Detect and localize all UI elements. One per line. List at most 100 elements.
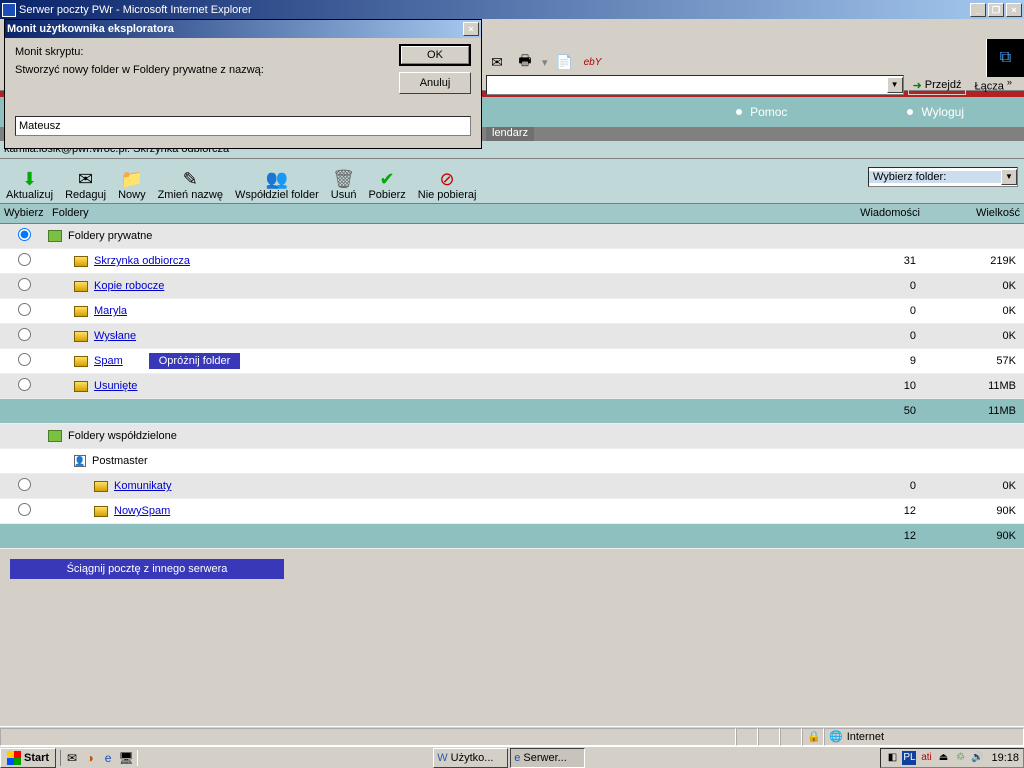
ebay-icon[interactable]: ebY <box>582 51 604 73</box>
tray-ati-icon[interactable]: ati <box>919 751 933 765</box>
cell-msgs: 0 <box>824 280 924 292</box>
folder-icon <box>74 356 88 367</box>
tb-wspoldziel[interactable]: 👥Współdziel folder <box>235 169 319 201</box>
row-trash: Usunięte 10 11MB <box>0 374 1024 399</box>
ql-desktop-icon[interactable]: 🖥 <box>118 750 134 766</box>
tray-clock[interactable]: 19:18 <box>987 752 1019 764</box>
row-postmaster: 👤Postmaster <box>0 449 1024 474</box>
ql-ie-icon[interactable]: e <box>100 750 116 766</box>
cell-size: 90K <box>924 505 1024 517</box>
mail-icon[interactable]: ✉ <box>486 51 508 73</box>
ql-media-icon[interactable]: ◑ <box>82 750 98 766</box>
radio-maryla[interactable] <box>18 303 31 316</box>
tb-redaguj[interactable]: ✉Redaguj <box>65 169 106 201</box>
close-button[interactable]: × <box>1006 3 1022 17</box>
status-bar: 🔒 🌐Internet <box>0 726 1024 746</box>
taskbar-item-word[interactable]: WUżytko... <box>433 748 508 768</box>
start-button[interactable]: Start <box>0 748 56 768</box>
cell-msgs: 0 <box>824 480 924 492</box>
dialog-cancel-button[interactable]: Anuluj <box>399 72 471 94</box>
dropdown-icon[interactable]: ▼ <box>887 77 903 93</box>
dialog-titlebar: Monit użytkownika eksploratora × <box>5 20 481 38</box>
go-label: Przejdź <box>925 79 962 91</box>
tb-pobierz[interactable]: ✔Pobierz <box>368 169 405 201</box>
link-spam[interactable]: Spam <box>94 355 123 367</box>
taskbar: Start ✉ ◑ e 🖥 WUżytko... eSerwer... ◧ PL… <box>0 746 1024 768</box>
link-maryla[interactable]: Maryla <box>94 305 127 317</box>
folder-toolbar: ⬇Aktualizuj ✉Redaguj 📁Nowy ✎Zmień nazwę … <box>0 159 1024 204</box>
dialog-input[interactable] <box>15 116 471 136</box>
tray-lang[interactable]: PL <box>902 751 916 765</box>
dropdown-icon[interactable]: ▼ <box>1001 169 1017 185</box>
cell-size: 219K <box>924 255 1024 267</box>
folder-icon <box>74 381 88 392</box>
link-komunikaty[interactable]: Komunikaty <box>114 480 171 492</box>
ql-outlook-icon[interactable]: ✉ <box>64 750 80 766</box>
fetch-external-button[interactable]: Ściągnij pocztę z innego serwera <box>10 559 284 579</box>
address-bar[interactable]: ▼ <box>486 75 904 95</box>
ie-icon <box>2 3 16 17</box>
nav-kalendarz[interactable]: lendarz <box>486 127 534 141</box>
radio-private[interactable] <box>18 228 31 241</box>
cell-msgs: 12 <box>824 505 924 517</box>
folder-select[interactable]: Wybierz folder: ▼ <box>868 167 1018 187</box>
row-label: Foldery współdzielone <box>68 430 177 442</box>
radio-drafts[interactable] <box>18 278 31 291</box>
folder-group-icon <box>48 230 62 242</box>
go-button[interactable]: ➜Przejdź <box>908 75 967 95</box>
radio-nowyspam[interactable] <box>18 503 31 516</box>
print-icon[interactable]: 🖶 <box>514 51 536 73</box>
folder-icon <box>94 481 108 492</box>
radio-spam[interactable] <box>18 353 31 366</box>
edit-icon[interactable]: 📄 <box>554 51 576 73</box>
prompt-dialog: Monit użytkownika eksploratora × Monit s… <box>4 19 482 149</box>
link-drafts[interactable]: Kopie robocze <box>94 280 164 292</box>
cell-size: 0K <box>924 305 1024 317</box>
row-inbox: Skrzynka odbiorcza 31 219K <box>0 249 1024 274</box>
folder-icon <box>74 256 88 267</box>
tb-niepobieraj[interactable]: ⊘Nie pobieraj <box>418 169 477 201</box>
tb-zmien[interactable]: ✎Zmień nazwę <box>158 169 223 201</box>
status-lock-icon: 🔒 <box>802 728 824 746</box>
restore-button[interactable]: ❐ <box>988 3 1004 17</box>
radio-trash[interactable] <box>18 378 31 391</box>
tray-icon[interactable]: ⏏ <box>936 751 950 765</box>
dialog-ok-button[interactable]: OK <box>399 44 471 66</box>
link-sent[interactable]: Wysłane <box>94 330 136 342</box>
col-wiadomosci: Wiadomości <box>824 204 924 223</box>
cell-msgs: 31 <box>824 255 924 267</box>
radio-inbox[interactable] <box>18 253 31 266</box>
system-tray: ◧ PL ati ⏏ ♲ 🔊 19:18 <box>880 748 1024 768</box>
row-maryla: Maryla 0 0K <box>0 299 1024 324</box>
tray-icon[interactable]: ◧ <box>885 751 899 765</box>
table-header: Wybierz Foldery Wiadomości Wielkość <box>0 204 1024 224</box>
window-title: Serwer poczty PWr - Microsoft Internet E… <box>19 4 970 16</box>
window-titlebar: Serwer poczty PWr - Microsoft Internet E… <box>0 0 1024 19</box>
radio-sent[interactable] <box>18 328 31 341</box>
folder-select-label: Wybierz folder: <box>869 171 1001 183</box>
row-sent: Wysłane 0 0K <box>0 324 1024 349</box>
tb-aktualizuj[interactable]: ⬇Aktualizuj <box>6 169 53 201</box>
nav-pomoc[interactable]: Pomoc <box>676 105 847 119</box>
cell-size: 11MB <box>924 405 1024 417</box>
user-icon: 👤 <box>74 455 86 467</box>
row-spam: SpamOpróżnij folder 9 57K <box>0 349 1024 374</box>
tray-icon[interactable]: ♲ <box>953 751 967 765</box>
empty-folder-button[interactable]: Opróżnij folder <box>149 353 241 369</box>
link-inbox[interactable]: Skrzynka odbiorcza <box>94 255 190 267</box>
tray-volume-icon[interactable]: 🔊 <box>970 751 984 765</box>
link-nowyspam[interactable]: NowySpam <box>114 505 170 517</box>
link-trash[interactable]: Usunięte <box>94 380 137 392</box>
row-komunikaty: Komunikaty 0 0K <box>0 474 1024 499</box>
dialog-close-button[interactable]: × <box>463 22 479 36</box>
nav-wyloguj[interactable]: Wyloguj <box>847 105 1024 119</box>
cell-msgs: 0 <box>824 305 924 317</box>
minimize-button[interactable]: _ <box>970 3 986 17</box>
tb-usun[interactable]: 🗑Usuń <box>331 169 357 201</box>
taskbar-item-ie[interactable]: eSerwer... <box>510 748 585 768</box>
tb-nowy[interactable]: 📁Nowy <box>118 169 146 201</box>
radio-komunikaty[interactable] <box>18 478 31 491</box>
links-label[interactable]: Łącza » <box>970 77 1016 93</box>
cell-size: 11MB <box>924 380 1024 392</box>
dialog-title: Monit użytkownika eksploratora <box>7 23 463 35</box>
